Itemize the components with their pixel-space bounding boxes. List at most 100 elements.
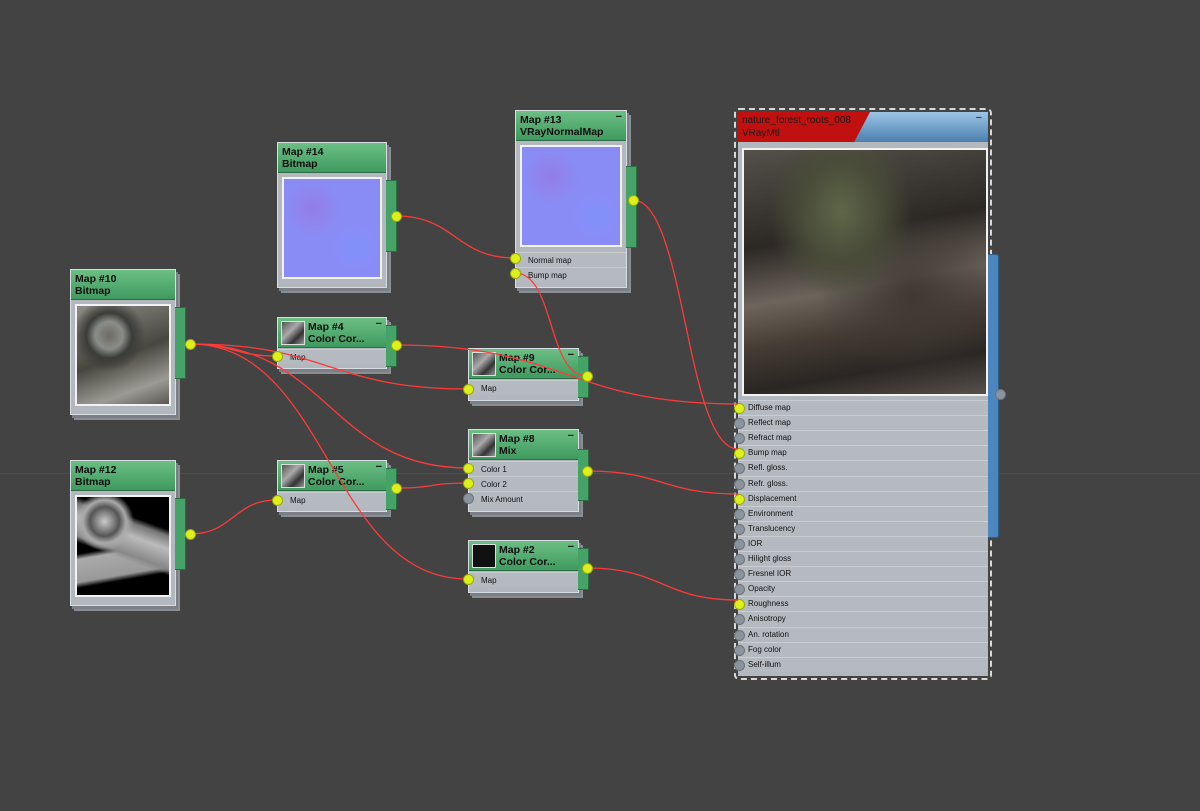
minimize-button[interactable]: − [616, 111, 622, 123]
material-slot[interactable]: Bump map [734, 445, 988, 461]
node-map8[interactable]: Map #8 Mix − Color 1 Color 2 Mix Amount [468, 429, 589, 516]
input-socket[interactable] [734, 448, 745, 460]
minimize-button[interactable]: − [376, 461, 382, 473]
input-socket[interactable] [734, 554, 745, 565]
input-socket[interactable] [734, 523, 745, 535]
minimize-button[interactable]: − [568, 349, 574, 361]
socket[interactable] [391, 483, 402, 494]
node-map2[interactable]: Map #2 Color Cor... − Map [468, 540, 589, 597]
input-socket[interactable] [734, 418, 745, 430]
slot-normal-map[interactable]: Normal map [516, 252, 626, 267]
connection-wire[interactable] [586, 470, 739, 495]
socket[interactable] [582, 371, 593, 382]
output-tab[interactable] [626, 166, 637, 248]
node-header[interactable]: Map #5 Color Cor... − [278, 461, 386, 491]
material-node-vraymtl[interactable]: nature_forest_roots_008 VRayMtl − Diffus… [734, 108, 1000, 682]
slot-color1[interactable]: Color 1 [469, 461, 578, 476]
input-socket[interactable] [734, 614, 745, 626]
socket[interactable] [628, 195, 639, 206]
socket[interactable] [510, 268, 521, 279]
slot-color2[interactable]: Color 2 [469, 476, 578, 491]
node-header[interactable]: Map #8 Mix − [469, 430, 578, 460]
input-socket[interactable] [734, 599, 745, 611]
material-slot[interactable]: An. rotation [734, 626, 988, 642]
slot-map[interactable]: Map [469, 380, 578, 395]
material-slot[interactable]: Anisotropy [734, 611, 988, 627]
node-map5[interactable]: Map #5 Color Cor... − Map [277, 460, 397, 516]
node-header[interactable]: Map #10 Bitmap [71, 270, 175, 300]
input-socket[interactable] [734, 403, 745, 414]
minimize-button[interactable]: − [976, 112, 982, 124]
material-slot[interactable]: Translucency [734, 520, 988, 536]
material-slot[interactable]: IOR [734, 535, 988, 551]
socket[interactable] [272, 351, 283, 362]
node-map9[interactable]: Map #9 Color Cor... − Map [468, 348, 589, 405]
node-header[interactable]: Map #9 Color Cor... − [469, 349, 578, 379]
input-socket[interactable] [734, 508, 745, 520]
node-header[interactable]: Map #12 Bitmap [71, 461, 175, 491]
node-header[interactable]: Map #14 Bitmap [278, 143, 386, 173]
minimize-button[interactable]: − [568, 430, 574, 442]
material-slot[interactable]: Refl. gloss. [734, 460, 988, 476]
slot-map[interactable]: Map [469, 572, 578, 587]
node-editor-canvas[interactable]: Map #10 Bitmap Map #12 Bitmap Map #14 Bi… [0, 0, 1200, 811]
material-slot[interactable]: Opacity [734, 581, 988, 597]
socket[interactable] [463, 384, 474, 395]
connection-wire[interactable] [586, 567, 739, 601]
slot-map[interactable]: Map [278, 492, 386, 507]
input-socket[interactable] [734, 433, 745, 445]
node-map10[interactable]: Map #10 Bitmap [70, 269, 186, 419]
node-header[interactable]: Map #2 Color Cor... − [469, 541, 578, 571]
material-slot[interactable]: Roughness [734, 596, 988, 612]
connection-wire[interactable] [189, 499, 278, 535]
socket[interactable] [185, 529, 196, 540]
socket[interactable] [463, 574, 474, 585]
material-slot[interactable]: Reflect map [734, 415, 988, 431]
material-slot[interactable]: Self-illum [734, 656, 988, 672]
material-header[interactable]: nature_forest_roots_008 VRayMtl − [738, 112, 988, 142]
socket[interactable] [185, 339, 196, 350]
node-map14[interactable]: Map #14 Bitmap [277, 142, 397, 292]
socket[interactable] [391, 340, 402, 351]
material-slot[interactable]: Fresnel IOR [734, 566, 988, 582]
material-slot[interactable]: Fog color [734, 641, 988, 657]
socket[interactable] [582, 563, 593, 574]
minimize-button[interactable]: − [376, 318, 382, 330]
socket[interactable] [391, 211, 402, 222]
socket[interactable] [510, 253, 521, 264]
material-slot[interactable]: Displacement [734, 490, 988, 506]
material-slot[interactable]: Refract map [734, 430, 988, 446]
socket[interactable] [463, 478, 474, 489]
input-socket[interactable] [734, 569, 745, 581]
node-map12[interactable]: Map #12 Bitmap [70, 460, 186, 610]
node-map4[interactable]: Map #4 Color Cor... − Map [277, 317, 397, 373]
input-socket[interactable] [734, 493, 745, 505]
node-map13[interactable]: Map #13 VRayNormalMap − Normal map Bump … [515, 110, 637, 292]
material-slot[interactable]: Hilight gloss [734, 551, 988, 566]
minimize-button[interactable]: − [568, 541, 574, 553]
input-socket[interactable] [734, 478, 745, 490]
connection-wire[interactable] [189, 343, 278, 357]
slot-map[interactable]: Map [278, 349, 386, 364]
input-socket[interactable] [734, 463, 745, 475]
input-socket[interactable] [734, 644, 745, 656]
socket[interactable] [582, 466, 593, 477]
input-socket[interactable] [734, 538, 745, 550]
socket[interactable] [272, 495, 283, 506]
slot-bump-map[interactable]: Bump map [516, 267, 626, 282]
connection-wire[interactable] [632, 199, 739, 450]
material-slot[interactable]: Environment [734, 505, 988, 521]
input-socket[interactable] [734, 659, 745, 671]
slot-mix-amount[interactable]: Mix Amount [469, 491, 578, 506]
material-slot[interactable]: Refr. gloss. [734, 475, 988, 491]
socket[interactable] [463, 463, 474, 474]
connection-wire[interactable] [395, 215, 516, 259]
input-socket[interactable] [734, 584, 745, 596]
socket[interactable] [995, 389, 1006, 400]
node-header[interactable]: Map #13 VRayNormalMap − [516, 111, 626, 141]
material-slot[interactable]: Diffuse map [734, 400, 988, 415]
node-header[interactable]: Map #4 Color Cor... − [278, 318, 386, 348]
connection-wire[interactable] [395, 482, 469, 489]
input-socket[interactable] [734, 629, 745, 641]
socket[interactable] [463, 493, 474, 504]
